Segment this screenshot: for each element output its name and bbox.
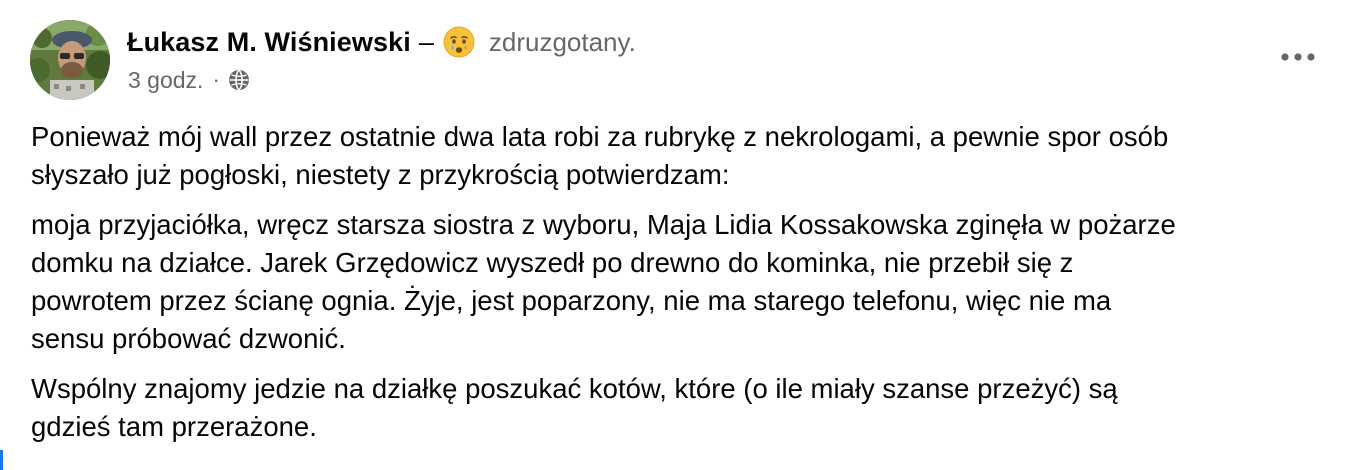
post-paragraph-3: Wspólny znajomy jedzie na działkę poszuk… xyxy=(31,373,1118,442)
feed-post: Łukasz M. Wiśniewski – zdruzgotany. 3 go xyxy=(0,0,1350,470)
post-paragraph-1: Ponieważ mój wall przez ostatnie dwa lat… xyxy=(31,121,1169,190)
more-options-icon xyxy=(1281,53,1315,61)
feeling-separator: – xyxy=(418,26,434,57)
focus-edge-marker xyxy=(0,450,3,470)
post-paragraph-2: moja przyjaciółka, wręcz starsza siostra… xyxy=(31,209,1176,354)
crying-face-emoji-icon xyxy=(442,25,476,59)
post-header: Łukasz M. Wiśniewski – zdruzgotany. 3 go xyxy=(30,20,1320,102)
more-options-button[interactable] xyxy=(1276,42,1320,72)
author-line: Łukasz M. Wiśniewski – zdruzgotany. xyxy=(127,24,636,60)
author-avatar[interactable] xyxy=(30,20,110,100)
author-name-link[interactable]: Łukasz M. Wiśniewski xyxy=(127,27,411,58)
avatar-photo xyxy=(30,20,110,100)
meta-separator: · xyxy=(212,67,220,92)
globe-icon[interactable] xyxy=(227,68,251,92)
post-message: Ponieważ mój wall przez ostatnie dwa lat… xyxy=(31,118,1326,458)
post-timestamp-link[interactable]: 3 godz. xyxy=(128,67,203,94)
post-meta: 3 godz. · xyxy=(128,66,251,94)
feeling-text: zdruzgotany. xyxy=(488,26,636,57)
